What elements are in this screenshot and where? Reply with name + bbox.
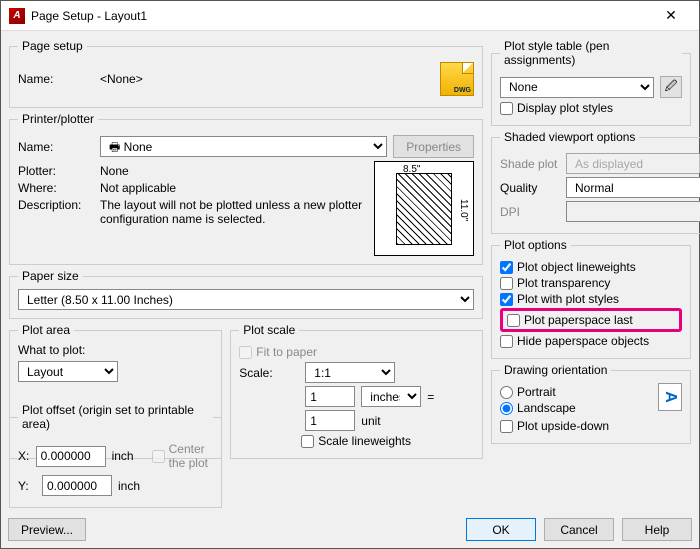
quality-select[interactable]: Normal bbox=[566, 177, 700, 198]
scale-lineweights-checkbox[interactable]: Scale lineweights bbox=[301, 434, 474, 448]
properties-button[interactable]: Properties bbox=[393, 135, 474, 158]
what-to-plot-select[interactable]: Layout bbox=[18, 361, 118, 382]
orientation-icon: A bbox=[658, 383, 682, 411]
y-label: Y: bbox=[18, 479, 36, 493]
printer-legend: Printer/plotter bbox=[18, 112, 98, 126]
fit-to-paper-checkbox: Fit to paper bbox=[239, 345, 474, 359]
plot-scale-group: Plot scale Fit to paper Scale: 1:1 inche… bbox=[230, 323, 483, 459]
printer-name-label: Name: bbox=[18, 140, 94, 154]
plot-options-group: Plot options Plot object lineweights Plo… bbox=[491, 238, 691, 359]
page-setup-legend: Page setup bbox=[18, 39, 87, 53]
units-select[interactable]: inches bbox=[361, 386, 421, 407]
plot-offset-legend: Plot offset (origin set to printable are… bbox=[18, 403, 213, 431]
plot-style-edit-button[interactable]: 🖉 bbox=[660, 76, 682, 98]
plot-paperspace-last-checkbox[interactable]: Plot paperspace last bbox=[500, 308, 682, 332]
shade-plot-select: As displayed bbox=[566, 153, 700, 174]
app-icon: A bbox=[9, 8, 25, 24]
plot-options-legend: Plot options bbox=[500, 238, 571, 252]
dwg-icon: DWG bbox=[440, 62, 474, 96]
plotter-label: Plotter: bbox=[18, 164, 94, 178]
orientation-legend: Drawing orientation bbox=[500, 363, 611, 377]
shaded-viewport-group: Shaded viewport options Shade plot As di… bbox=[491, 130, 700, 234]
y-unit: inch bbox=[118, 479, 140, 493]
scale-label: Scale: bbox=[239, 366, 299, 380]
plot-style-group: Plot style table (pen assignments) None … bbox=[491, 39, 691, 126]
printer-group: Printer/plotter Name: 🖶 None document.qu… bbox=[9, 112, 483, 265]
dpi-label: DPI bbox=[500, 205, 560, 219]
dialog-footer: Preview... OK Cancel Help bbox=[8, 518, 692, 541]
landscape-radio[interactable]: Landscape bbox=[500, 401, 650, 415]
desc-value: The layout will not be plotted unless a … bbox=[100, 198, 366, 226]
paper-size-select[interactable]: Letter (8.50 x 11.00 Inches) bbox=[18, 289, 474, 310]
close-button[interactable]: ✕ bbox=[651, 2, 691, 30]
plot-style-select[interactable]: None bbox=[500, 77, 654, 98]
drawing-units-input[interactable] bbox=[305, 410, 355, 431]
plotter-value: None bbox=[100, 164, 129, 178]
shaded-legend: Shaded viewport options bbox=[500, 130, 639, 144]
orientation-group: Drawing orientation Portrait Landscape A bbox=[491, 363, 691, 444]
scale-select[interactable]: 1:1 bbox=[305, 362, 395, 383]
preview-button[interactable]: Preview... bbox=[8, 518, 86, 541]
scale-units-input[interactable] bbox=[305, 386, 355, 407]
quality-label: Quality bbox=[500, 181, 560, 195]
titlebar: A Page Setup - Layout1 ✕ bbox=[1, 1, 699, 31]
x-unit: inch bbox=[112, 449, 134, 463]
window-title: Page Setup - Layout1 bbox=[31, 9, 651, 23]
paper-size-legend: Paper size bbox=[18, 269, 83, 283]
ok-button[interactable]: OK bbox=[466, 518, 536, 541]
portrait-radio[interactable]: Portrait bbox=[500, 385, 650, 399]
paper-size-group: Paper size Letter (8.50 x 11.00 Inches) bbox=[9, 269, 483, 319]
desc-label: Description: bbox=[18, 198, 94, 212]
paper-preview: 8.5" 11.0" bbox=[374, 161, 474, 256]
center-plot-checkbox: Center the plot bbox=[152, 442, 214, 470]
plot-scale-legend: Plot scale bbox=[239, 323, 299, 337]
where-value: Not applicable bbox=[100, 181, 176, 195]
name-label: Name: bbox=[18, 72, 94, 86]
page-setup-group: Page setup Name: <None> DWG bbox=[9, 39, 483, 108]
dpi-input bbox=[566, 201, 700, 222]
plot-transparency-checkbox[interactable]: Plot transparency bbox=[500, 276, 682, 290]
plot-offset-group: Plot offset (origin set to printable are… bbox=[9, 403, 222, 508]
plot-area-legend: Plot area bbox=[18, 323, 74, 337]
paintbrush-icon: 🖉 bbox=[665, 77, 678, 98]
paper-height-label: 11.0" bbox=[458, 199, 469, 221]
plot-lineweights-checkbox[interactable]: Plot object lineweights bbox=[500, 260, 682, 274]
what-to-plot-label: What to plot: bbox=[18, 343, 213, 357]
equals-label: = bbox=[427, 390, 434, 404]
cancel-button[interactable]: Cancel bbox=[544, 518, 614, 541]
help-button[interactable]: Help bbox=[622, 518, 692, 541]
hide-paperspace-checkbox[interactable]: Hide paperspace objects bbox=[500, 334, 682, 348]
page-setup-name: <None> bbox=[100, 72, 143, 86]
upside-down-checkbox[interactable]: Plot upside-down bbox=[500, 419, 682, 433]
display-plot-styles-checkbox[interactable]: Display plot styles bbox=[500, 101, 682, 115]
plot-with-styles-checkbox[interactable]: Plot with plot styles bbox=[500, 292, 682, 306]
paper-width-label: 8.5" bbox=[403, 164, 420, 175]
y-input[interactable] bbox=[42, 475, 112, 496]
where-label: Where: bbox=[18, 181, 94, 195]
unit-word: unit bbox=[361, 414, 380, 428]
x-input[interactable] bbox=[36, 446, 106, 467]
plot-style-legend: Plot style table (pen assignments) bbox=[500, 39, 682, 67]
shade-plot-label: Shade plot bbox=[500, 157, 560, 171]
x-label: X: bbox=[18, 449, 30, 463]
printer-name-select[interactable]: 🖶 None bbox=[100, 136, 387, 157]
